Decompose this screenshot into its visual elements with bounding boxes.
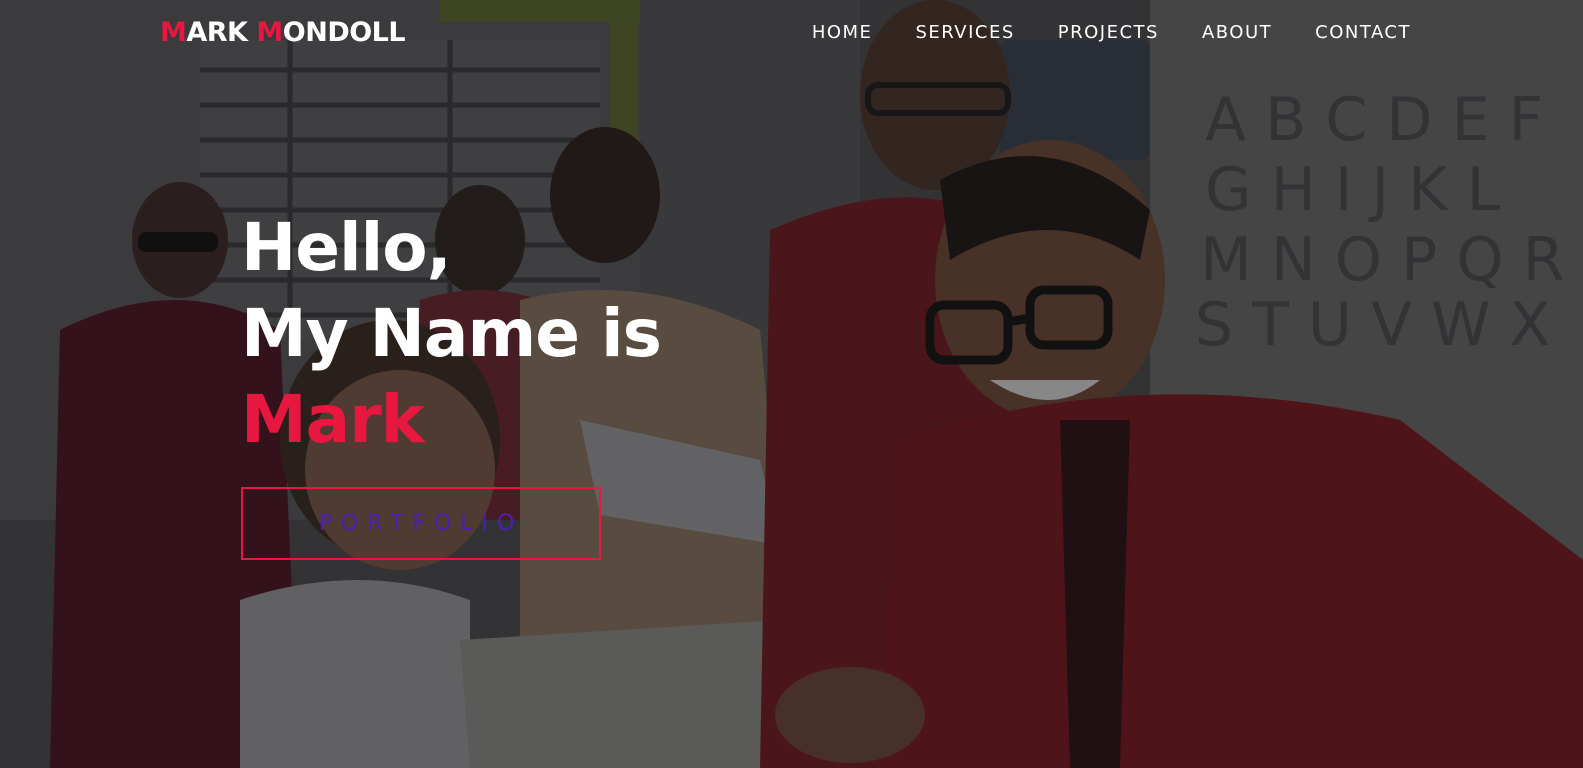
- portfolio-button[interactable]: PORTFOLIO: [241, 487, 601, 560]
- top-navbar: MARK MONDOLL HOME SERVICES PROJECTS ABOU…: [0, 0, 1583, 64]
- nav-link-about[interactable]: ABOUT: [1202, 22, 1272, 43]
- brand-first-initial: M: [160, 16, 187, 48]
- nav-menu: HOME SERVICES PROJECTS ABOUT CONTACT: [812, 22, 1411, 43]
- svg-text:G H I J K L: G H I J K L: [1205, 155, 1501, 225]
- hero-intro: My Name is: [241, 295, 662, 372]
- brand-logo[interactable]: MARK MONDOLL: [160, 16, 406, 48]
- hero-content: Hello, My Name is Mark PORTFOLIO: [241, 205, 662, 560]
- hero-greeting: Hello,: [241, 209, 452, 286]
- svg-text:M N O P Q R: M N O P Q R: [1200, 225, 1564, 295]
- hero-name: Mark: [241, 381, 425, 458]
- svg-text:S T U V W X: S T U V W X: [1195, 290, 1551, 360]
- nav-link-services[interactable]: SERVICES: [915, 22, 1014, 43]
- hero-section: A B C D E F G H I J K L M N O P Q R S T …: [0, 0, 1583, 768]
- hero-heading: Hello, My Name is Mark: [241, 205, 662, 463]
- brand-last-rest: ONDOLL: [282, 16, 406, 48]
- svg-text:A B C D E F: A B C D E F: [1205, 85, 1543, 155]
- brand-first-rest: ARK: [186, 16, 257, 48]
- hero-background-image: A B C D E F G H I J K L M N O P Q R S T …: [0, 0, 1583, 768]
- nav-link-home[interactable]: HOME: [812, 22, 873, 43]
- nav-link-projects[interactable]: PROJECTS: [1058, 22, 1159, 43]
- nav-link-contact[interactable]: CONTACT: [1315, 22, 1411, 43]
- brand-last-initial: M: [256, 16, 283, 48]
